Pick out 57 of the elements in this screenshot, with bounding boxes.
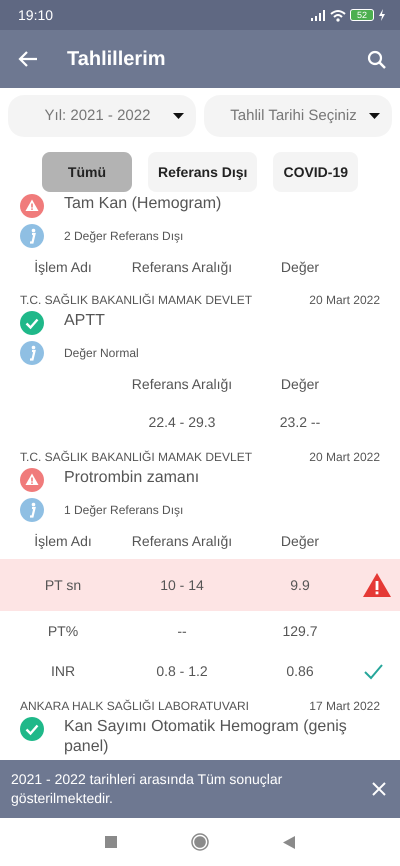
close-icon — [372, 782, 386, 796]
column-header: Referans Aralığı — [132, 376, 232, 392]
back-button[interactable] — [18, 49, 39, 69]
filter-tab[interactable]: COVID-19 — [273, 152, 358, 192]
column-header: İşlem Adı — [34, 532, 92, 548]
dropdown[interactable]: Yıl: 2021 - 2022 — [8, 95, 196, 137]
result-summary: 1 Değer Referans Dışı — [64, 502, 184, 519]
snackbar-message: 2021 - 2022 tarihleri arasında Tüm sonuçlar gösterilmektedir. — [11, 770, 284, 808]
column-header: Değer — [280, 376, 320, 392]
info-icon — [20, 341, 44, 365]
caret-icon — [369, 113, 380, 119]
signal-icon — [311, 9, 326, 21]
home-icon[interactable] — [191, 833, 209, 851]
battery-icon: 52 — [350, 9, 374, 21]
info-icon — [20, 498, 44, 522]
table-cell: INR — [50, 662, 76, 678]
filter-tab[interactable]: Referans Dışı — [148, 152, 258, 192]
search-button[interactable] — [367, 50, 386, 68]
table-cell: -- — [177, 622, 187, 638]
table-cell: 10 - 14 — [160, 576, 204, 592]
column-header: Değer — [280, 258, 320, 274]
wifi-icon — [330, 8, 346, 22]
lab-name: T.C. SAĞLIK BAKANLIĞI MAMAK DEVLET — [20, 449, 252, 466]
test-name[interactable]: Protrombin zamanı — [64, 468, 200, 488]
table-cell: 0.86 — [286, 662, 314, 678]
test-date: 17 Mart 2022 — [309, 698, 380, 715]
caret-icon — [173, 113, 184, 119]
lab-name: T.C. SAĞLIK BAKANLIĞI MAMAK DEVLET — [20, 292, 252, 309]
column-header: Referans Aralığı — [132, 532, 232, 548]
lab-name: ANKARA HALK SAĞLIĞI LABORATUVARI — [20, 698, 249, 715]
test-date: 20 Mart 2022 — [309, 292, 380, 309]
search-icon — [367, 50, 386, 68]
table-cell: 23.2 -- — [280, 414, 320, 430]
charging-icon — [378, 9, 386, 21]
table-cell: 0.8 - 1.2 — [156, 662, 208, 678]
result-summary: 2 Değer Referans Dışı — [64, 228, 184, 245]
back-arrow-icon — [18, 49, 39, 69]
table-cell: PT sn — [44, 576, 82, 592]
column-header: İşlem Adı — [34, 258, 92, 274]
result-summary: Değer Normal — [64, 345, 139, 362]
test-name[interactable]: Tam Kan (Hemogram) — [64, 194, 222, 214]
table-cell: PT% — [48, 622, 78, 638]
info-icon — [20, 224, 44, 248]
column-header: Referans Aralığı — [132, 258, 232, 274]
test-name[interactable]: Kan Sayımı Otomatik Hemogram (geniş panel) — [64, 717, 380, 757]
filter-tab[interactable]: Tümü — [42, 152, 132, 192]
close-button[interactable] — [372, 782, 386, 796]
clock-time: 19:10 — [18, 6, 54, 24]
table-cell: 129.7 — [282, 622, 318, 638]
screen-title: Tahlillerim — [67, 47, 166, 72]
column-header: Değer — [280, 532, 320, 548]
test-date: 20 Mart 2022 — [309, 449, 380, 466]
back-icon[interactable] — [283, 836, 295, 848]
table-cell: 22.4 - 29.3 — [148, 414, 216, 430]
test-name[interactable]: APTT — [64, 311, 105, 331]
table-cell: 9.9 — [290, 576, 310, 592]
dropdown[interactable]: Tahlil Tarihi Seçiniz — [204, 95, 392, 137]
